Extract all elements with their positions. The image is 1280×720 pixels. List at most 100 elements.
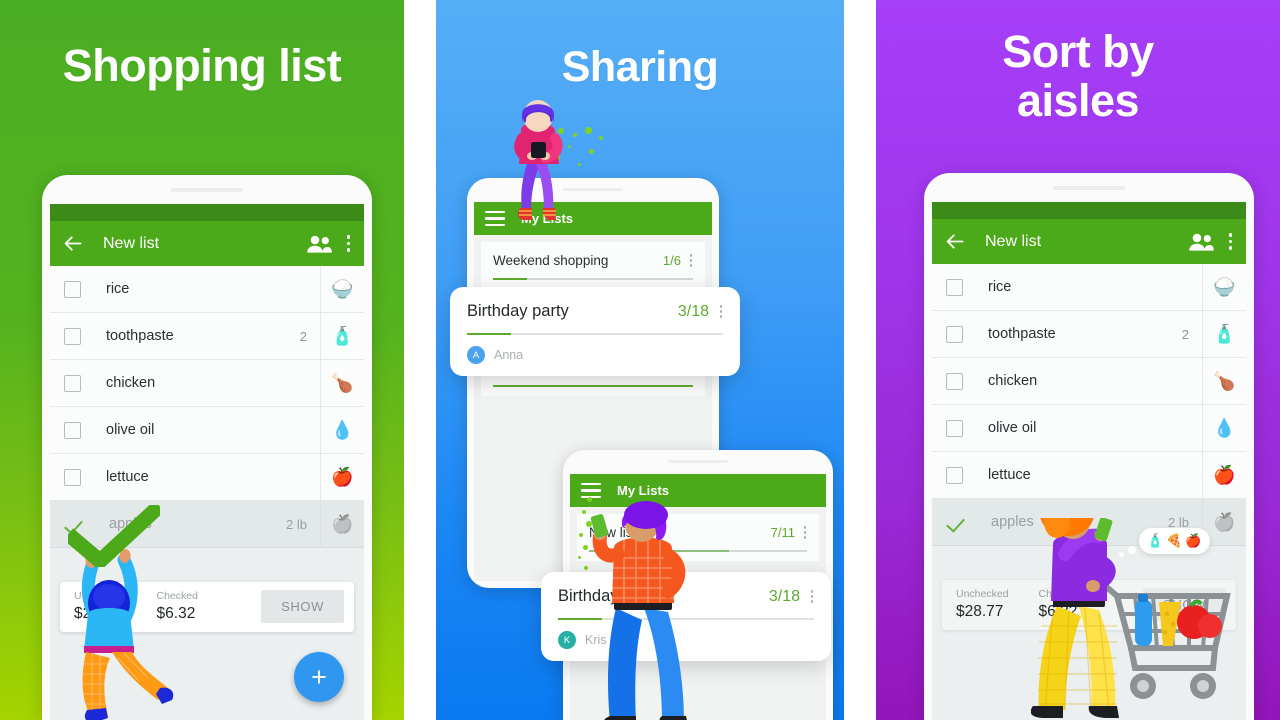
status-bar [932,202,1246,219]
phone-screen-1: New list rice 🍚 toothpaste 2 🧴 chicken 🍗… [50,204,364,720]
shared-user: K Kris [558,631,814,650]
user-name: Anna [494,348,524,363]
app-bar-title: New list [103,234,160,252]
avatar: K [558,631,576,650]
checked-value: $6.32 [156,605,196,622]
list-progress-bar [467,333,723,336]
overflow-menu-icon[interactable] [803,526,807,539]
app-bar-title: My Lists [521,211,574,226]
item-checked-icon[interactable] [946,514,966,531]
item-checkbox[interactable] [64,421,81,439]
checked-value: $6.32 [1038,603,1078,620]
user-name: Kris [585,633,607,648]
list-name: Birthday party [467,302,569,320]
hamburger-menu-icon[interactable] [581,483,601,498]
item-checkbox[interactable] [64,327,81,345]
table-row[interactable]: olive oil 💧 [932,404,1246,452]
phone-screen-3: New list rice 🍚 toothpaste 2 🧴 chicken 🍗… [932,202,1246,720]
list-name: Weekend shopping [493,253,609,268]
list-progress-bar [493,278,693,280]
item-name: toothpaste [106,328,174,344]
table-row[interactable]: toothpaste 2 🧴 [932,310,1246,358]
item-checkbox[interactable] [946,372,963,390]
people-icon[interactable] [306,234,346,254]
phone-speaker [668,460,728,463]
totals-bar: Unchecked $28.77 Checked $6.32 SHOW [942,580,1236,630]
item-name: chicken [106,375,156,391]
table-row[interactable]: olive oil 💧 [50,406,364,454]
item-name: chicken [988,373,1038,389]
item-quantity: 2 lb [286,516,307,532]
table-row[interactable]: chicken 🍗 [932,357,1246,405]
add-item-fab[interactable]: + [294,652,344,702]
back-arrow-icon[interactable] [945,231,966,252]
item-quantity: 2 [1181,326,1189,342]
panel-divider [404,0,436,720]
item-rice-icon: 🍚 [1202,263,1246,311]
item-checkbox[interactable] [946,466,963,484]
list-progress-bar [493,385,693,387]
checked-total: Checked $6.32 [1039,588,1080,621]
overflow-menu-icon[interactable] [810,590,814,603]
page-title-line-2: aisles [1016,74,1140,126]
unchecked-total: Unchecked $28.77 [74,590,127,623]
page-title-line-1: Sort by [1002,26,1154,77]
item-chicken-icon: 🍗 [320,359,364,407]
big-green-check-illustration [68,505,160,567]
item-olive-oil-icon: 💧 [320,406,364,454]
list-item[interactable]: New list 7/11 [577,514,819,561]
list-item[interactable]: Weekend shopping 1/6 [481,242,705,289]
table-row[interactable]: lettuce 🍎 [50,453,364,501]
app-bar: New list [932,219,1246,264]
show-button[interactable]: SHOW [261,590,344,623]
table-row[interactable]: rice 🍚 [932,263,1246,311]
back-arrow-icon[interactable] [63,233,84,254]
app-bar: My Lists [570,474,826,507]
item-checkbox[interactable] [64,280,81,298]
item-toothpaste-icon: 🧴 [1202,310,1246,358]
plus-icon: + [311,661,327,692]
overflow-menu-icon[interactable] [346,234,351,254]
item-toothpaste-icon: 🧴 [320,312,364,360]
show-button[interactable]: SHOW [1143,588,1226,621]
page-title: Sharing [561,43,719,91]
overflow-menu-icon[interactable] [689,254,693,267]
overflow-menu-icon[interactable] [1228,232,1233,252]
item-checkbox[interactable] [946,278,963,296]
checked-label: Checked [1038,588,1080,600]
checked-total: Checked $6.32 [157,590,198,623]
item-checkbox[interactable] [946,419,963,437]
unchecked-total: Unchecked $28.77 [956,588,1009,621]
unchecked-value: $28.77 [74,605,122,622]
phone-speaker [1053,186,1125,190]
item-checkbox[interactable] [64,468,81,486]
table-row[interactable]: lettuce 🍎 [932,451,1246,499]
totals-bar: Unchecked $28.77 Checked $6.32 SHOW [60,582,354,632]
list-count: 3/18 [768,587,800,605]
item-checkbox[interactable] [946,325,963,343]
list-progress-bar [558,618,814,621]
list-count: 7/11 [770,525,795,540]
floating-list-card-kris[interactable]: Birthday party 3/18 K Kris [541,572,831,662]
item-chicken-icon: 🍗 [1202,357,1246,405]
phone-speaker [171,188,243,192]
panel-divider [844,0,876,720]
floating-list-card-anna[interactable]: Birthday party 3/18 A Anna [450,287,740,377]
item-lettuce-icon: 🍎 [1202,451,1246,499]
avatar: A [467,346,485,365]
item-apples-icon: 🍏 [320,500,364,548]
people-icon[interactable] [1188,232,1228,252]
table-row[interactable]: rice 🍚 [50,265,364,313]
hamburger-menu-icon[interactable] [485,211,505,226]
item-checkbox[interactable] [64,374,81,392]
list-count: 1/6 [662,253,681,268]
thought-bubble: 🧴 🍕 🍎 [1119,528,1210,557]
table-row[interactable]: toothpaste 2 🧴 [50,312,364,360]
checked-label: Checked [156,590,198,602]
table-row[interactable]: chicken 🍗 [50,359,364,407]
item-olive-oil-icon: 💧 [1202,404,1246,452]
overflow-menu-icon[interactable] [719,305,723,318]
item-name: lettuce [988,467,1031,483]
item-name: rice [988,279,1012,295]
screenshot-stage: Shopping list New list rice 🍚 toothpaste… [0,0,1280,720]
